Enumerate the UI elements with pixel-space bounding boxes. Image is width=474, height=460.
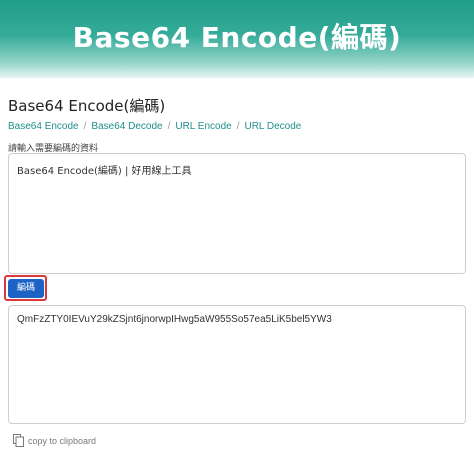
breadcrumb-separator: / (236, 121, 240, 132)
breadcrumb-separator: / (83, 121, 87, 132)
breadcrumb-base64-encode[interactable]: Base64 Encode (8, 121, 79, 132)
breadcrumb: Base64 Encode / Base64 Decode / URL Encode / U… (8, 121, 301, 132)
breadcrumb-base64-decode[interactable]: Base64 Decode (91, 121, 162, 132)
output-textarea[interactable]: QmFzZTY0IEVuY29kZSjnt6jnorwpIHwg5aW955So… (8, 305, 466, 424)
copy-label: copy to clipboard (28, 435, 97, 446)
copy-to-clipboard-button[interactable]: copy to clipboard (13, 434, 96, 447)
breadcrumb-url-decode[interactable]: URL Decode (244, 121, 301, 132)
encode-button[interactable]: 編碼 (8, 279, 44, 298)
clipboard-icon (13, 434, 24, 447)
breadcrumb-url-encode[interactable]: URL Encode (175, 121, 231, 132)
breadcrumb-separator: / (167, 121, 171, 132)
header-banner: Base64 Encode(編碼) (0, 0, 474, 78)
header-title: Base64 Encode(編碼) (72, 21, 402, 54)
page-title: Base64 Encode(編碼) (8, 97, 166, 115)
input-textarea[interactable]: Base64 Encode(編碼) | 好用線上工具 (8, 153, 466, 274)
